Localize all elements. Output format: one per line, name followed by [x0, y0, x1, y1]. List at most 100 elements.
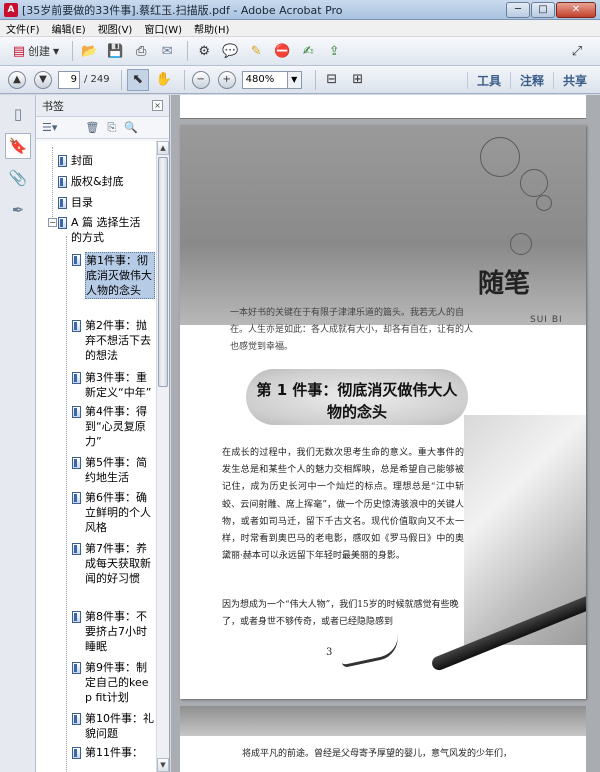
- scroll-down-button[interactable]: ▼: [157, 758, 169, 772]
- bookmark-item[interactable]: 第2件事：抛弃不想活下去的想法: [72, 318, 155, 363]
- tree-guide-line: [66, 236, 67, 772]
- menu-view[interactable]: 视图(V): [92, 21, 139, 36]
- tab-comment[interactable]: 注释: [509, 71, 553, 89]
- save-button[interactable]: 💾: [104, 40, 126, 62]
- bookmark-icon: [58, 176, 67, 188]
- zoom-level-input[interactable]: 480%: [241, 70, 288, 89]
- body-paragraph: 因为想成为一个“伟大人物”，我们15岁的时候就感觉有些晚了，或者身世不够传奇，或…: [222, 600, 459, 628]
- create-pdf-icon: ▤: [12, 43, 26, 59]
- bookmark-item[interactable]: 第8件事：不要挤占7小时睡眠: [72, 609, 155, 654]
- close-window-button[interactable]: ✕: [556, 1, 596, 18]
- previous-page-button[interactable]: ▲: [6, 69, 28, 91]
- settings-button[interactable]: ⚙: [193, 40, 215, 62]
- find-bookmark-icon[interactable]: 🔍: [124, 121, 138, 134]
- bookmark-label: 第1件事：彻底消灭做伟大人物的念头: [85, 252, 155, 299]
- tab-share[interactable]: 共享: [552, 71, 596, 89]
- bookmark-icon: [72, 372, 81, 384]
- bookmark-label: 第7件事：养成每天获取新闻的好习惯: [85, 542, 151, 585]
- bookmark-label: 第2件事：抛弃不想活下去的想法: [85, 319, 151, 362]
- acrobat-app-icon: A: [4, 2, 18, 17]
- printer-icon: ⎙: [135, 43, 147, 59]
- bookmark-label: 版权&封底: [71, 175, 124, 188]
- delete-bookmark-icon[interactable]: 🗑: [85, 121, 99, 134]
- decorative-circle: [480, 137, 520, 177]
- hand-tool-button[interactable]: ✋: [153, 69, 175, 91]
- tab-tools[interactable]: 工具: [466, 71, 510, 89]
- open-folder-icon: 📂: [81, 43, 98, 59]
- bookmarks-panel: 书签 × ☰▾ 🗑 ⎘ 🔍 封面 版权&封底 目录 − A 篇 选择生活的方式: [36, 95, 170, 772]
- bookmark-item[interactable]: 第6件事：确立鲜明的个人风格: [72, 490, 155, 535]
- fit-page-button[interactable]: ⊟: [321, 69, 343, 91]
- arrow-up-icon: ▲: [8, 70, 26, 89]
- bookmark-item[interactable]: 第4件事：得到“心灵复原力”: [72, 404, 155, 449]
- bookmark-scrollbar[interactable]: ▲ ▼: [156, 141, 169, 772]
- bookmark-label: 第6件事：确立鲜明的个人风格: [85, 491, 151, 534]
- minus-icon: −: [191, 70, 210, 89]
- scroll-up-button[interactable]: ▲: [157, 141, 169, 155]
- expand-button[interactable]: ⤢: [566, 40, 588, 62]
- bookmark-icon: [72, 457, 81, 469]
- toolbar-separator: [120, 69, 122, 90]
- menu-file[interactable]: 文件(F): [0, 21, 46, 36]
- bookmark-item[interactable]: 封面: [58, 153, 141, 168]
- print-button[interactable]: ⎙: [130, 40, 152, 62]
- comment-button[interactable]: 💬: [219, 40, 241, 62]
- page-thumbnails-button[interactable]: ▯: [5, 101, 31, 127]
- secure-button[interactable]: ⛔: [271, 40, 293, 62]
- create-button-label: 创建: [28, 45, 50, 58]
- signatures-button[interactable]: ✒: [5, 197, 31, 223]
- export-button[interactable]: ⇪: [323, 40, 345, 62]
- bookmark-item[interactable]: 版权&封底: [58, 174, 141, 189]
- scroll-thumb[interactable]: [158, 157, 168, 387]
- open-button[interactable]: 📂: [78, 40, 100, 62]
- export-document-icon: ⇪: [328, 43, 340, 59]
- attachments-button[interactable]: 📎: [5, 165, 31, 191]
- arrow-down-icon: ▼: [160, 761, 166, 769]
- highlighter-icon: ✎: [250, 43, 262, 59]
- navigation-pane-buttons: ▯ 🔖 📎 ✒: [0, 95, 36, 772]
- bookmark-item[interactable]: 第10件事：礼貌问题: [72, 711, 155, 741]
- options-menu-icon[interactable]: ☰▾: [42, 121, 57, 134]
- bookmark-icon: [72, 662, 81, 674]
- fit-width-button[interactable]: ⊞: [347, 69, 369, 91]
- new-bookmark-icon[interactable]: ⎘: [107, 121, 116, 135]
- next-page-button[interactable]: ▼: [32, 69, 54, 91]
- bookmark-label: 第5件事：简约地生活: [85, 456, 147, 484]
- toolbar-separator: [314, 69, 316, 90]
- zoom-out-button[interactable]: −: [190, 69, 212, 91]
- sign-button[interactable]: ✍: [297, 40, 319, 62]
- bookmark-item[interactable]: 第7件事：养成每天获取新闻的好习惯: [72, 541, 155, 586]
- menu-edit[interactable]: 编辑(E): [46, 21, 92, 36]
- sign-document-icon: ✍: [302, 43, 314, 59]
- save-icon: 💾: [107, 43, 124, 59]
- bookmark-item[interactable]: 目录: [58, 195, 141, 210]
- bookmark-icon: [72, 254, 81, 266]
- page-total: / 249: [84, 74, 110, 85]
- bookmark-icon: [58, 197, 67, 209]
- collapse-toggle[interactable]: −: [48, 218, 57, 227]
- paperclip-icon: 📎: [8, 169, 28, 187]
- create-button[interactable]: ▤ 创建 ▼: [6, 40, 63, 62]
- bookmarks-button[interactable]: 🔖: [5, 133, 31, 159]
- bookmark-icon: [72, 713, 81, 725]
- menu-window[interactable]: 窗口(W): [138, 21, 188, 36]
- document-view[interactable]: 随笔 SUI BI 一本好书的关键在于有限子津津乐道的篇头。我若无人的自在。人生…: [171, 95, 600, 772]
- highlight-button[interactable]: ✎: [245, 40, 267, 62]
- maximize-button[interactable]: □: [531, 1, 555, 18]
- page-number-ornament: [338, 634, 402, 668]
- bookmark-item[interactable]: A 篇 选择生活的方式: [58, 215, 151, 245]
- select-tool-button[interactable]: ⬉: [126, 68, 149, 91]
- bookmark-item[interactable]: 第9件事：制定自己的keep fit计划: [72, 660, 155, 705]
- bookmark-item[interactable]: 第11件事：: [72, 745, 155, 760]
- minimize-button[interactable]: ─: [506, 1, 530, 18]
- email-button[interactable]: ✉: [156, 40, 178, 62]
- menu-help[interactable]: 帮助(H): [188, 21, 235, 36]
- page-number-input[interactable]: 9: [58, 70, 80, 89]
- panel-title: 书签: [42, 99, 64, 113]
- zoom-dropdown-button[interactable]: ▼: [287, 70, 302, 89]
- bookmark-item-selected[interactable]: 第1件事：彻底消灭做伟大人物的念头: [72, 252, 155, 299]
- bookmark-item[interactable]: 第3件事：重新定义“中年”: [72, 370, 155, 400]
- bookmark-item[interactable]: 第5件事：简约地生活: [72, 455, 155, 485]
- close-panel-button[interactable]: ×: [152, 100, 163, 111]
- zoom-in-button[interactable]: +: [216, 69, 238, 91]
